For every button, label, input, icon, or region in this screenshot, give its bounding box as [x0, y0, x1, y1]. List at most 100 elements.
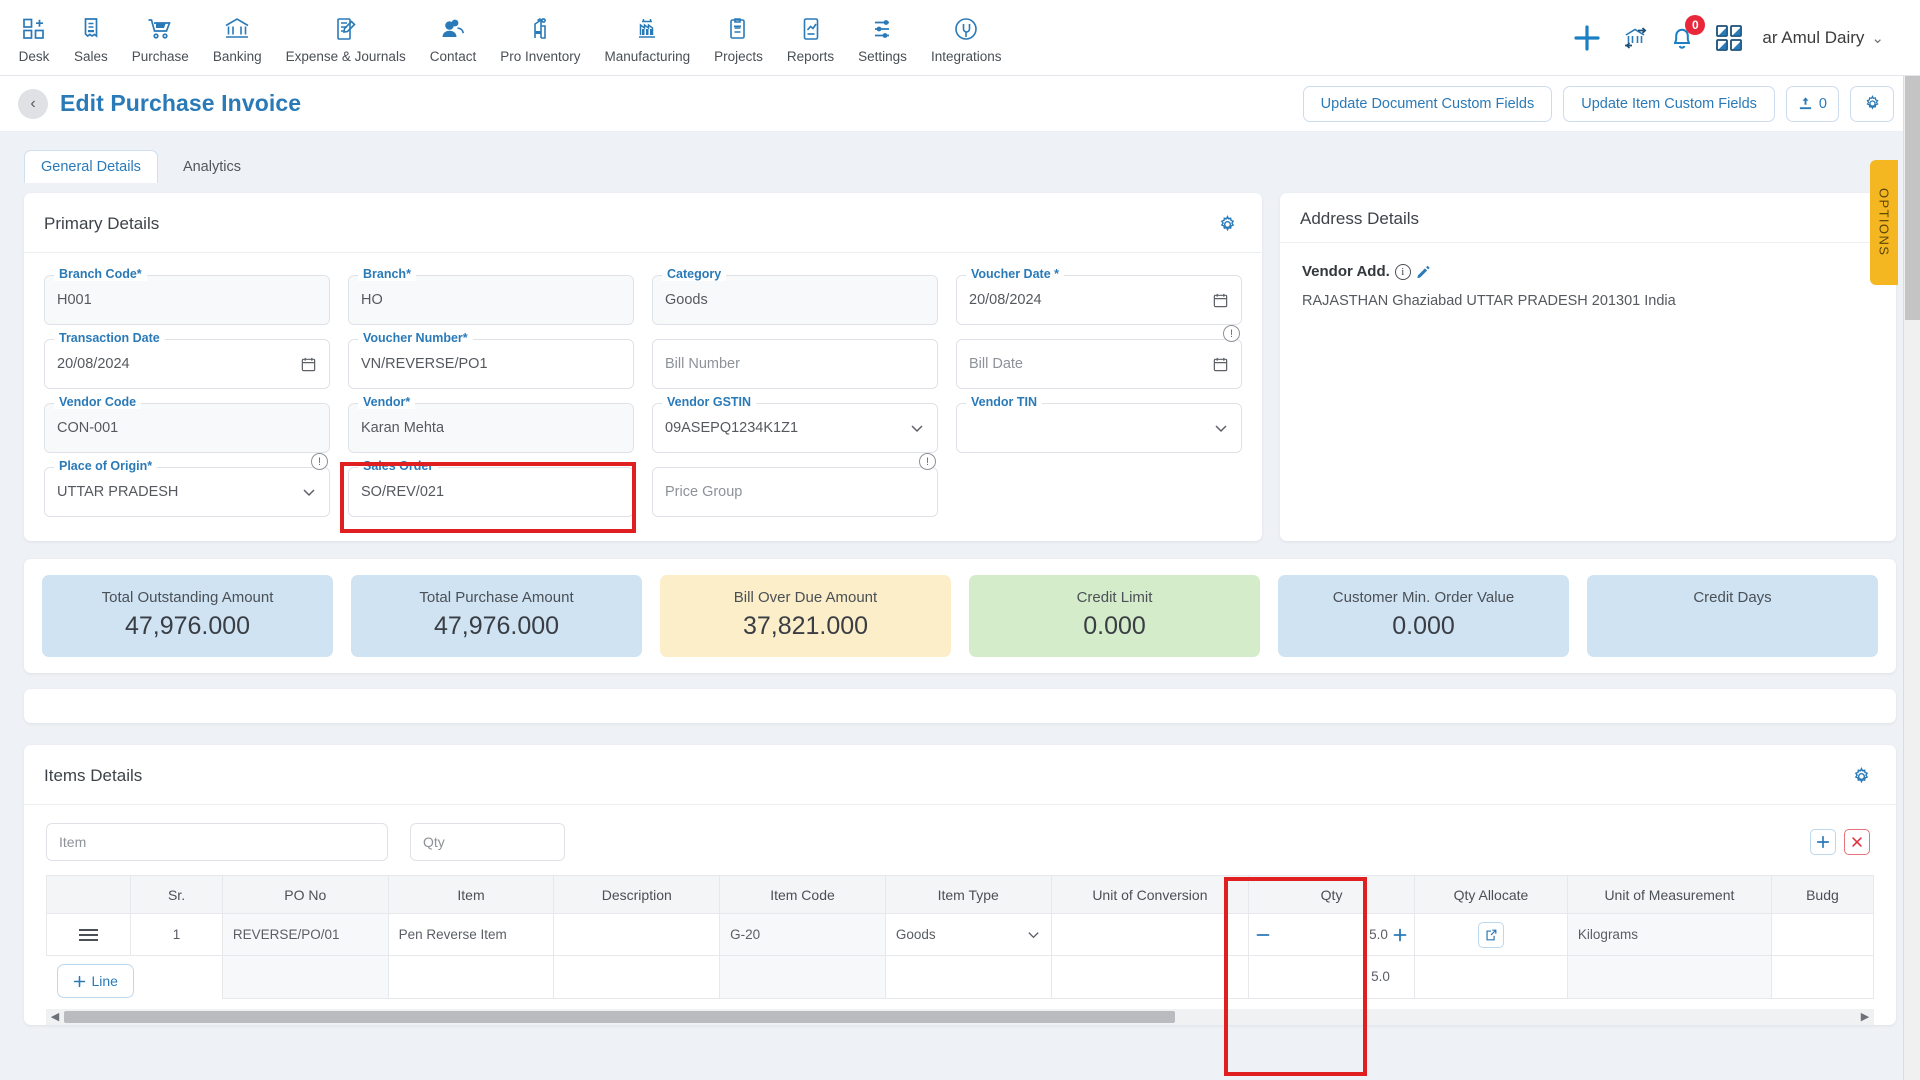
plus-icon[interactable]: [1572, 23, 1602, 53]
field-vendor[interactable]: Vendor* Karan Mehta: [348, 395, 634, 453]
branch-transfer-icon[interactable]: [1620, 24, 1650, 52]
stat-customer-min-order-value: Customer Min. Order Value 0.000: [1278, 575, 1569, 657]
info-circle-icon[interactable]: !: [919, 453, 936, 470]
field-bill-date[interactable]: ! Bill Date: [956, 325, 1242, 389]
row-unit-of-measurement[interactable]: Kilograms: [1566, 913, 1772, 956]
field-vendor-code[interactable]: Vendor Code CON-001: [44, 395, 330, 453]
row-po-no[interactable]: REVERSE/PO/01: [221, 913, 389, 956]
nav-item-sales[interactable]: Sales: [62, 8, 120, 68]
stat-credit-limit: Credit Limit 0.000: [969, 575, 1260, 657]
update-item-custom-fields-button[interactable]: Update Item Custom Fields: [1563, 85, 1775, 122]
row-qty-allocate-cell[interactable]: [1413, 913, 1568, 956]
field-category[interactable]: Category Goods: [652, 267, 938, 325]
nav-item-reports[interactable]: Reports: [775, 8, 846, 68]
settings-gear-button[interactable]: [1850, 85, 1894, 122]
back-button[interactable]: ‹: [18, 88, 48, 119]
external-link-icon[interactable]: [1477, 921, 1504, 948]
triangle-left-icon[interactable]: ◀: [46, 1010, 64, 1023]
grid-apps-icon[interactable]: [1714, 23, 1744, 53]
field-value: CON-001: [57, 420, 119, 436]
field-branch-code[interactable]: Branch Code* H001: [44, 267, 330, 325]
field-place-of-origin[interactable]: Place of Origin* ! UTTAR PRADESH: [44, 453, 330, 517]
field-branch[interactable]: Branch* HO: [348, 267, 634, 325]
nav-item-expense-journals[interactable]: Expense & Journals: [274, 8, 418, 68]
stat-value: 0.000: [1083, 612, 1146, 640]
nav-item-purchase[interactable]: Purchase: [120, 8, 201, 68]
field-voucher-date[interactable]: Voucher Date * 20/08/2024: [956, 267, 1242, 325]
items-table: Sr. PO No Item Description Item Code Ite…: [45, 875, 1875, 999]
options-side-tab[interactable]: OPTIONS: [1870, 160, 1898, 285]
field-voucher-number[interactable]: Voucher Number* VN/REVERSE/PO1: [348, 331, 634, 389]
row-item-type[interactable]: Goods: [884, 913, 1052, 956]
scroll-track[interactable]: [64, 1010, 1856, 1023]
add-line-button[interactable]: Line: [56, 964, 134, 998]
field-label: Voucher Number*: [358, 331, 473, 345]
footer-po-no: [221, 955, 389, 999]
nav-item-pro-inventory[interactable]: Pro Inventory: [488, 8, 592, 68]
nav-item-manufacturing[interactable]: Manufacturing: [593, 8, 703, 68]
stat-total-purchase-amount: Total Purchase Amount 47,976.000: [351, 575, 642, 657]
calendar-icon[interactable]: [1212, 356, 1229, 373]
tab-general-details[interactable]: General Details: [24, 150, 158, 183]
items-table-wrapper: Sr. PO No Item Description Item Code Ite…: [24, 875, 1896, 999]
bell-icon[interactable]: 0: [1668, 14, 1706, 53]
chevron-down-icon[interactable]: [1026, 927, 1041, 942]
nav-item-banking[interactable]: Banking: [201, 8, 274, 68]
delete-row-button[interactable]: [1844, 829, 1870, 855]
field-bill-number[interactable]: Bill Number: [652, 339, 938, 389]
update-document-custom-fields-button[interactable]: Update Document Custom Fields: [1302, 85, 1553, 122]
field-sales-order[interactable]: Sales Order SO/REV/021: [348, 459, 634, 517]
nav-item-integrations[interactable]: Integrations: [919, 8, 1014, 68]
drag-handle-icon[interactable]: [57, 928, 120, 941]
row-description[interactable]: [553, 913, 721, 956]
info-circle-icon[interactable]: !: [1223, 325, 1240, 342]
add-row-button[interactable]: [1810, 829, 1836, 855]
stat-total-outstanding-amount: Total Outstanding Amount 47,976.000: [42, 575, 333, 657]
pencil-icon[interactable]: [1416, 264, 1431, 279]
plus-icon: [73, 975, 86, 988]
field-vendor-gstin[interactable]: Vendor GSTIN 09ASEPQ1234K1Z1: [652, 395, 938, 453]
qty-filter-input[interactable]: Qty: [410, 823, 565, 861]
info-circle-icon[interactable]: !: [311, 453, 328, 470]
qty-increment-icon[interactable]: [1392, 927, 1408, 943]
row-qty-cell[interactable]: 5.0: [1248, 913, 1415, 956]
sales-icon: [78, 14, 104, 44]
scroll-thumb[interactable]: [64, 1010, 1176, 1023]
triangle-right-icon[interactable]: ▶: [1856, 1010, 1874, 1023]
field-transaction-date[interactable]: Transaction Date 20/08/2024: [44, 331, 330, 389]
col-header-po-no: PO No: [221, 875, 389, 914]
page-vertical-scrollbar[interactable]: ▲: [1903, 0, 1920, 1080]
nav-item-contact[interactable]: Contact: [418, 8, 489, 68]
row-unit-of-conversion[interactable]: [1050, 913, 1250, 956]
company-selector[interactable]: ar Amul Dairy ⌄: [1762, 28, 1884, 48]
row-item[interactable]: Pen Reverse Item: [387, 913, 555, 956]
tab-analytics[interactable]: Analytics: [166, 150, 258, 183]
calendar-icon[interactable]: [1212, 292, 1229, 309]
stat-title: Total Outstanding Amount: [101, 589, 274, 606]
row-item-code[interactable]: G-20: [719, 913, 886, 956]
row-budget[interactable]: [1770, 913, 1875, 956]
items-details-gear-icon[interactable]: [1846, 761, 1876, 791]
nav-item-desk[interactable]: Desk: [6, 8, 62, 68]
projects-icon: [725, 14, 751, 44]
chevron-down-icon[interactable]: [1213, 420, 1229, 436]
qty-decrement-icon[interactable]: [1255, 927, 1271, 943]
chevron-down-icon[interactable]: [909, 420, 925, 436]
attachments-button[interactable]: 0: [1785, 85, 1839, 122]
nav-items: Desk Sales Purchase Banking Expense & Jo…: [6, 8, 1013, 68]
field-price-group[interactable]: ! Price Group: [652, 453, 938, 517]
chevron-down-icon[interactable]: [301, 484, 317, 500]
nav-item-projects[interactable]: Projects: [702, 8, 775, 68]
field-value: 09ASEPQ1234K1Z1: [665, 420, 799, 436]
item-filter-input[interactable]: Item: [46, 823, 388, 861]
row-drag-handle-cell[interactable]: [45, 913, 132, 956]
nav-item-settings[interactable]: Settings: [846, 8, 919, 68]
calendar-icon[interactable]: [300, 356, 317, 373]
items-horizontal-scrollbar[interactable]: ◀ ▶: [46, 1008, 1874, 1025]
table-row[interactable]: 1 REVERSE/PO/01 Pen Reverse Item G-20 Go…: [45, 913, 1875, 956]
info-circle-icon[interactable]: i: [1394, 263, 1411, 280]
item-filter-placeholder: Item: [59, 834, 87, 850]
field-vendor-tin[interactable]: Vendor TIN: [956, 395, 1242, 453]
primary-details-gear-icon[interactable]: [1212, 209, 1242, 239]
col-header-qty: Qty: [1248, 875, 1415, 914]
